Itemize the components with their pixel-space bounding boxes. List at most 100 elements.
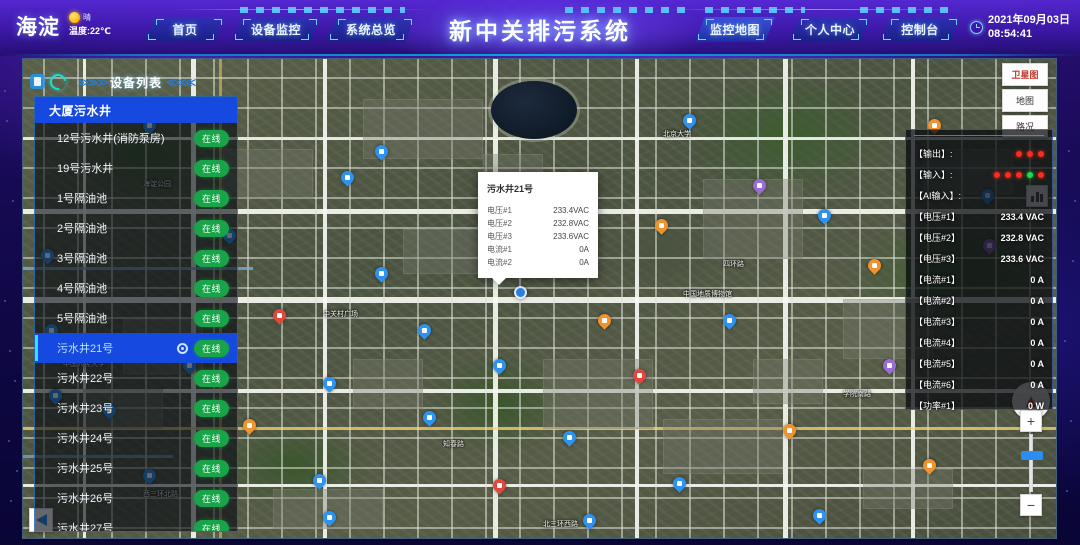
- output-label: 【输出】:: [914, 147, 953, 160]
- map-poi-marker[interactable]: [338, 168, 356, 186]
- device-list-body: 大厦污水井 12号污水井(消防泵房)在线19号污水井在线1号隔油池在线2号隔油池…: [34, 96, 238, 532]
- decor-sparkle: [1074, 200, 1076, 202]
- device-name: 1号隔油池: [57, 190, 194, 206]
- map-label: 知春路: [443, 439, 464, 449]
- output-led-red: [1027, 151, 1033, 157]
- decor-sparkle: [1068, 150, 1070, 152]
- gear-icon[interactable]: [177, 343, 188, 354]
- device-panel-toolbar[interactable]: [30, 74, 66, 90]
- telemetry-row: 【电流#3】0 A: [914, 311, 1044, 332]
- status-badge: 在线: [194, 190, 229, 207]
- device-list-item[interactable]: 污水井23号在线: [35, 393, 237, 423]
- brand-block: 海淀 晴 温度:22℃: [16, 12, 111, 38]
- device-info-popup[interactable]: 污水井21号 电压#1233.4VAC电压#2232.8VAC电压#3233.6…: [478, 172, 598, 278]
- device-list-item[interactable]: 2号隔油池在线: [35, 213, 237, 243]
- telemetry-label: 【电流#1】: [914, 273, 960, 286]
- telemetry-label: 【电流#2】: [914, 294, 960, 307]
- region-name: 海淀: [16, 17, 60, 38]
- popup-row-label: 电压#1: [487, 207, 512, 215]
- map-poi-marker[interactable]: [670, 474, 688, 492]
- device-list-item[interactable]: 污水井22号在线: [35, 363, 237, 393]
- device-group-header[interactable]: 大厦污水井: [35, 97, 237, 123]
- telemetry-label: 【电流#5】: [914, 357, 960, 370]
- decor-sparkle: [1072, 260, 1074, 262]
- tab-monitor-map[interactable]: 监控地图: [695, 17, 775, 42]
- device-list-item[interactable]: 3号隔油池在线: [35, 243, 237, 273]
- telemetry-rows: 【电压#1】233.4 VAC【电压#2】232.8 VAC【电压#3】233.…: [914, 206, 1044, 416]
- device-name: 污水井23号: [57, 400, 194, 416]
- device-list-item[interactable]: 19号污水井在线: [35, 153, 237, 183]
- map-poi-marker[interactable]: [372, 264, 390, 282]
- map-poi-marker[interactable]: [420, 408, 438, 426]
- telemetry-divider: [914, 135, 1044, 136]
- popup-row: 电流#10A: [487, 243, 589, 256]
- map-zoom-controls[interactable]: + −: [1020, 410, 1042, 516]
- device-list-item[interactable]: 污水井27号在线: [35, 513, 237, 531]
- map-poi-marker[interactable]: [560, 428, 578, 446]
- popup-row: 电压#3233.6VAC: [487, 230, 589, 243]
- tab-console-label: 控制台: [901, 21, 939, 38]
- output-led-group: [1016, 151, 1044, 157]
- device-list-item[interactable]: 污水井25号在线: [35, 453, 237, 483]
- input-led-red: [994, 172, 1000, 178]
- document-icon[interactable]: [30, 74, 45, 89]
- device-list-item[interactable]: 12号污水井(消防泵房)在线: [35, 123, 237, 153]
- map-poi-marker[interactable]: [880, 356, 898, 374]
- telemetry-row: 【电压#1】 233.4 VAC: [914, 206, 1044, 227]
- input-led-red: [1016, 172, 1022, 178]
- zoom-slider-handle[interactable]: [1021, 451, 1043, 460]
- tab-device-monitor[interactable]: 设备监控: [232, 17, 320, 42]
- popup-row-value: 233.4VAC: [553, 207, 589, 215]
- tab-home[interactable]: 首页: [145, 17, 225, 42]
- weather-temperature: 温度:22℃: [69, 24, 111, 37]
- status-badge: 在线: [194, 400, 229, 417]
- telemetry-value: 233.4 VAC: [1001, 212, 1044, 222]
- device-list-panel[interactable]: ≫≫≫ 设备列表 ≪≪≪ 大厦污水井 12号污水井(消防泵房)在线19号污水井在…: [30, 72, 242, 532]
- map-poi-marker[interactable]: [270, 306, 288, 324]
- output-led-red: [1038, 151, 1044, 157]
- status-badge: 在线: [194, 430, 229, 447]
- telemetry-value: 0 A: [1030, 338, 1044, 348]
- device-list-item[interactable]: 污水井21号在线: [35, 333, 237, 363]
- map-layer-map-button[interactable]: 地图: [1002, 89, 1048, 112]
- tab-console[interactable]: 控制台: [880, 17, 960, 42]
- clock-date: 2021年09月03日: [988, 14, 1070, 26]
- block-segment: [663, 419, 783, 474]
- device-name: 3号隔油池: [57, 250, 194, 266]
- weather-sky: 晴: [83, 12, 91, 23]
- device-list-item[interactable]: 污水井24号在线: [35, 423, 237, 453]
- device-name: 污水井25号: [57, 460, 194, 476]
- telemetry-label: 【电压#3】: [914, 252, 960, 265]
- clock-block: 2021年09月03日 08:54:41: [970, 14, 1070, 42]
- device-name: 5号隔油池: [57, 310, 194, 326]
- popup-row-value: 0A: [579, 246, 589, 254]
- tab-user-center[interactable]: 个人中心: [790, 17, 870, 42]
- map-poi-marker[interactable]: [595, 311, 613, 329]
- device-list-item[interactable]: 污水井26号在线: [35, 483, 237, 513]
- device-list-item[interactable]: 5号隔油池在线: [35, 303, 237, 333]
- map-layer-satellite-button[interactable]: 卫星图: [1002, 63, 1048, 86]
- input-led-green: [1027, 172, 1033, 178]
- selected-device-marker[interactable]: [514, 286, 527, 299]
- device-list[interactable]: 12号污水井(消防泵房)在线19号污水井在线1号隔油池在线2号隔油池在线3号隔油…: [35, 123, 237, 531]
- device-list-item[interactable]: 1号隔油池在线: [35, 183, 237, 213]
- zoom-out-button[interactable]: −: [1020, 494, 1042, 516]
- popup-row-value: 232.8VAC: [553, 220, 589, 228]
- status-badge: 在线: [194, 310, 229, 327]
- stadium-landmark: [491, 81, 577, 139]
- header-dash-far: [860, 7, 955, 13]
- chevron-left-icon: ≪≪≪: [166, 76, 195, 89]
- tab-system-overview[interactable]: 系统总览: [327, 17, 415, 42]
- telemetry-label: 【电流#3】: [914, 315, 960, 328]
- chevron-right-icon: ≫≫≫: [77, 76, 106, 89]
- popup-measurements: 电压#1 233.4VAC 电压#2 232.8VAC 电压#3233.6VAC电流#1…: [487, 204, 589, 269]
- refresh-icon[interactable]: [47, 71, 69, 93]
- header-hairline-right: [660, 9, 960, 10]
- device-list-item[interactable]: 4号隔油池在线: [35, 273, 237, 303]
- map-poi-marker[interactable]: [865, 256, 883, 274]
- zoom-slider[interactable]: [1029, 434, 1033, 492]
- map-poi-marker[interactable]: [240, 416, 258, 434]
- telemetry-label: 【电压#1】: [914, 210, 960, 223]
- map-poi-marker[interactable]: [680, 111, 698, 129]
- popup-row-label: 电压#2: [487, 220, 512, 228]
